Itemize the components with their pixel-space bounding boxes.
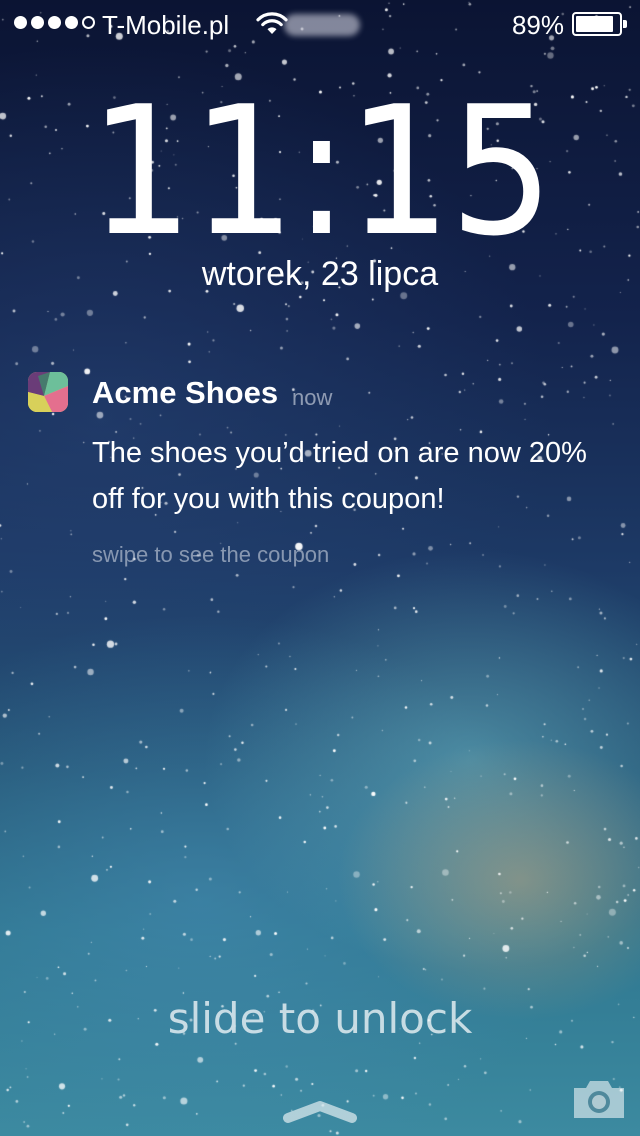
signal-dot [82,16,95,29]
redaction-blur [284,14,360,36]
battery-level-fill [576,16,614,32]
lock-screen-date: wtorek, 23 lipca [201,255,439,293]
signal-dot [14,16,27,29]
battery-icon [572,12,627,36]
status-bar: T-Mobile.pl 89% [0,0,640,50]
signal-dot [48,16,61,29]
carrier-name: T-Mobile.pl [102,10,230,40]
notification-swipe-hint: swipe to see the coupon [92,542,330,567]
notification-timestamp: now [292,385,333,410]
grabber-chevron-icon[interactable] [282,1100,358,1124]
camera-icon[interactable] [570,1076,628,1122]
clock-time: 11:15 [88,68,554,275]
signal-strength-icon [14,16,95,29]
slide-to-unlock[interactable]: slide to unlock [0,994,640,1044]
lock-screen-clock: 11:15 [0,82,640,262]
notification-message: The shoes you’d tried on are now 20% off… [92,437,587,515]
signal-dot [65,16,78,29]
battery-terminal [623,20,627,28]
signal-dot [31,16,44,29]
acme-shoes-app-icon [28,372,68,412]
notification-app-name: Acme Shoes [92,375,279,410]
battery-percentage: 89% [511,10,564,40]
